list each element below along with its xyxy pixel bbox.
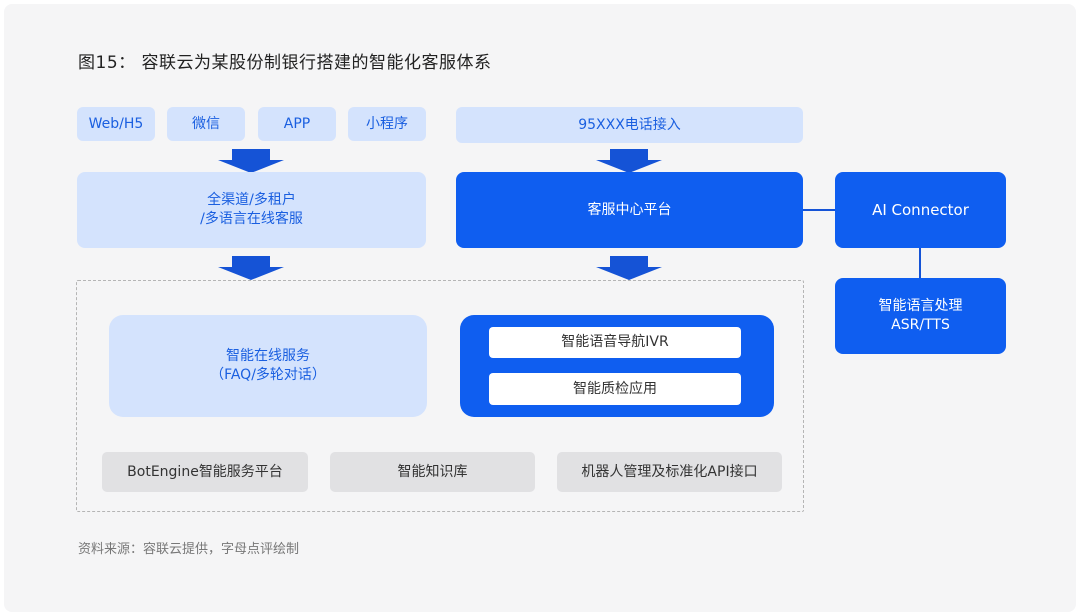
ivr-box: 智能语音导航IVR <box>489 327 741 358</box>
knowledge-base-box: 智能知识库 <box>330 452 535 492</box>
smart-online-line1: 智能在线服务 <box>226 348 310 364</box>
botengine-platform-box: BotEngine智能服务平台 <box>102 452 308 492</box>
connector-line <box>803 209 835 211</box>
arrow-down-icon <box>218 256 284 280</box>
arrow-down-icon <box>218 149 284 173</box>
nlp-box: 智能语言处理 ASR/TTS <box>835 278 1006 354</box>
omnichannel-online-service-box: 全渠道/多租户 /多语言在线客服 <box>77 172 426 248</box>
call-center-platform-box: 客服中心平台 <box>456 172 803 248</box>
quality-inspection-box: 智能质检应用 <box>489 373 741 405</box>
channel-app: APP <box>258 107 336 141</box>
figure-title: 图15： 容联云为某股份制银行搭建的智能化客服体系 <box>78 53 492 73</box>
smart-online-service-box: 智能在线服务 （FAQ/多轮对话） <box>109 315 427 417</box>
arrow-down-icon <box>596 149 662 173</box>
channel-mini-program: 小程序 <box>348 107 426 141</box>
channel-wechat: 微信 <box>167 107 245 141</box>
source-note: 资料来源：容联云提供，字母点评绘制 <box>78 542 300 557</box>
nlp-line2: ASR/TTS <box>891 317 950 333</box>
arrow-down-icon <box>596 256 662 280</box>
smart-online-line2: （FAQ/多轮对话） <box>210 367 326 383</box>
channel-web-h5: Web/H5 <box>77 107 155 141</box>
robot-management-api-box: 机器人管理及标准化API接口 <box>557 452 782 492</box>
omnichannel-line2: /多语言在线客服 <box>200 211 303 227</box>
connector-line-vertical <box>919 248 921 278</box>
omnichannel-line1: 全渠道/多租户 <box>207 192 296 208</box>
phone-access-box: 95XXX电话接入 <box>456 107 803 143</box>
nlp-line1: 智能语言处理 <box>878 298 963 314</box>
ai-connector-box: AI Connector <box>835 172 1006 248</box>
